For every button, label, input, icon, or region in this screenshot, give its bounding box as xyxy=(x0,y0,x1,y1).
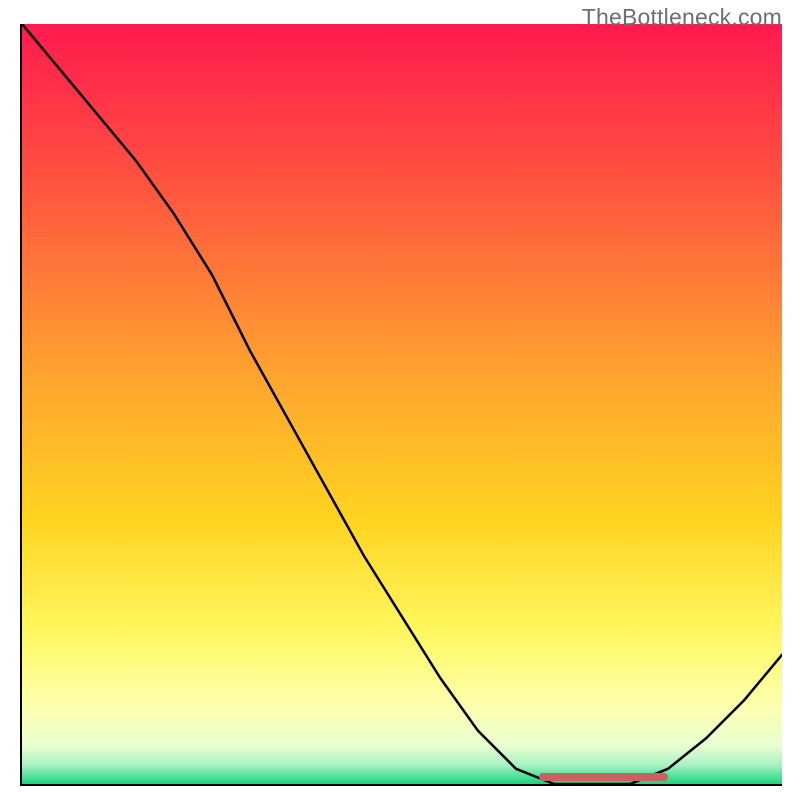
bottleneck-curve xyxy=(22,24,782,784)
optimal-range-marker xyxy=(539,773,668,781)
watermark-text: TheBottleneck.com xyxy=(582,4,782,31)
plot-area xyxy=(20,24,782,786)
